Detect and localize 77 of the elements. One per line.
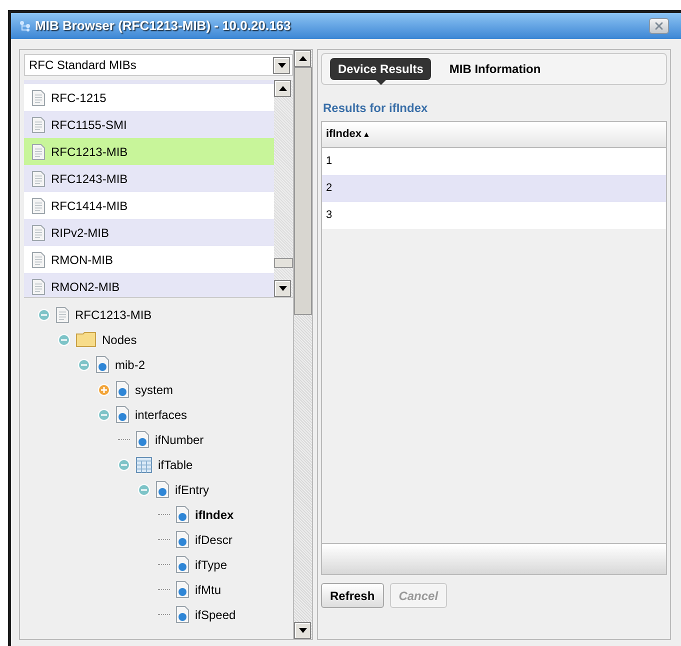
- mib-list-item[interactable]: RFC1243-MIB: [24, 165, 274, 192]
- dropdown-button[interactable]: [273, 56, 290, 74]
- sort-indicator: ▲: [362, 128, 370, 140]
- down-arrow-icon: [298, 628, 306, 633]
- collapse-icon[interactable]: [78, 358, 90, 370]
- node-document-icon: [176, 581, 189, 598]
- expand-icon[interactable]: [98, 384, 110, 396]
- tree-item[interactable]: ifEntry: [175, 480, 210, 498]
- mib-set-dropdown[interactable]: RFC Standard MIBs: [24, 54, 293, 76]
- table-cell-text: 2: [326, 181, 332, 196]
- network-icon: [19, 20, 31, 32]
- tree-item[interactable]: system: [135, 380, 174, 398]
- tree-item[interactable]: ifIndex: [195, 506, 234, 524]
- scroll-up-button[interactable]: [274, 80, 291, 97]
- node-document-icon: [176, 606, 189, 623]
- collapse-icon[interactable]: [38, 308, 50, 320]
- scroll-thumb[interactable]: [294, 67, 312, 315]
- tree-item[interactable]: interfaces: [135, 406, 188, 424]
- panel-scrollbar[interactable]: [293, 50, 312, 639]
- document-icon: [56, 306, 69, 322]
- tree-item[interactable]: ifDescr: [195, 530, 232, 548]
- node-document-icon: [116, 381, 129, 398]
- mib-list-item[interactable]: RMON-MIB: [24, 246, 274, 273]
- node-document-icon: [156, 481, 169, 498]
- down-arrow-icon: [278, 62, 286, 68]
- mib-list-item[interactable]: RFC-1215: [24, 84, 274, 111]
- collapse-icon[interactable]: [98, 408, 110, 420]
- table-cell-text: 3: [326, 208, 332, 224]
- close-icon: [653, 20, 665, 32]
- document-icon: [32, 224, 45, 240]
- tree-item[interactable]: ifSpeed: [195, 606, 236, 624]
- document-icon: [32, 252, 45, 268]
- mib-list-item[interactable]: RMON2-MIB: [24, 273, 274, 297]
- tab-pointer: [376, 80, 386, 85]
- node-document-icon: [176, 556, 189, 573]
- collapse-icon[interactable]: [138, 484, 150, 496]
- document-icon: [32, 90, 45, 106]
- results-heading: Results for ifIndex: [322, 100, 429, 117]
- node-document-icon: [176, 531, 189, 548]
- node-document-icon: [116, 406, 129, 423]
- mib-list-item[interactable]: RFC1213-MIB: [24, 138, 274, 165]
- mib-list-item[interactable]: RFC1155-SMI: [24, 111, 274, 138]
- tree-item[interactable]: Nodes: [102, 330, 137, 348]
- document-icon: [32, 278, 45, 294]
- action-button[interactable]: Refresh: [321, 583, 384, 608]
- scroll-down-button[interactable]: [274, 280, 291, 297]
- list-scrollbar[interactable]: [274, 80, 293, 297]
- folder-icon: [76, 332, 96, 347]
- document-icon: [32, 198, 45, 214]
- mib-list-item[interactable]: RIPv2-MIB: [24, 219, 274, 246]
- scroll-thumb[interactable]: [274, 258, 293, 268]
- tab[interactable]: MIB Information: [441, 58, 549, 80]
- tree-item[interactable]: ifType: [195, 556, 228, 574]
- collapse-icon[interactable]: [58, 334, 70, 346]
- tree-item[interactable]: ifNumber: [155, 430, 204, 448]
- down-arrow-icon: [278, 286, 286, 291]
- scroll-down-button[interactable]: [294, 622, 311, 639]
- document-icon: [32, 170, 45, 186]
- document-icon: [32, 144, 45, 160]
- close-button[interactable]: [649, 18, 669, 34]
- document-icon: [32, 116, 45, 132]
- table-icon: [136, 456, 152, 472]
- tree-item[interactable]: RFC1213-MIB: [75, 306, 152, 324]
- tree-item[interactable]: ifTable: [158, 456, 193, 474]
- column-header[interactable]: ifIndex▲: [326, 126, 370, 143]
- node-document-icon: [136, 431, 149, 448]
- up-arrow-icon: [298, 56, 306, 61]
- tree-item[interactable]: ifMtu: [195, 580, 222, 598]
- node-document-icon: [96, 356, 109, 373]
- up-arrow-icon: [278, 86, 286, 91]
- table-cell-text: 1: [326, 154, 332, 170]
- mib-list-item[interactable]: RFC1414-MIB: [24, 192, 274, 219]
- collapse-icon[interactable]: [118, 458, 130, 470]
- node-document-icon: [176, 506, 189, 523]
- scroll-up-button[interactable]: [294, 50, 311, 67]
- window-title: MIB Browser (RFC1213-MIB) - 10.0.20.163: [35, 17, 291, 36]
- tree-item[interactable]: mib-2: [115, 356, 146, 374]
